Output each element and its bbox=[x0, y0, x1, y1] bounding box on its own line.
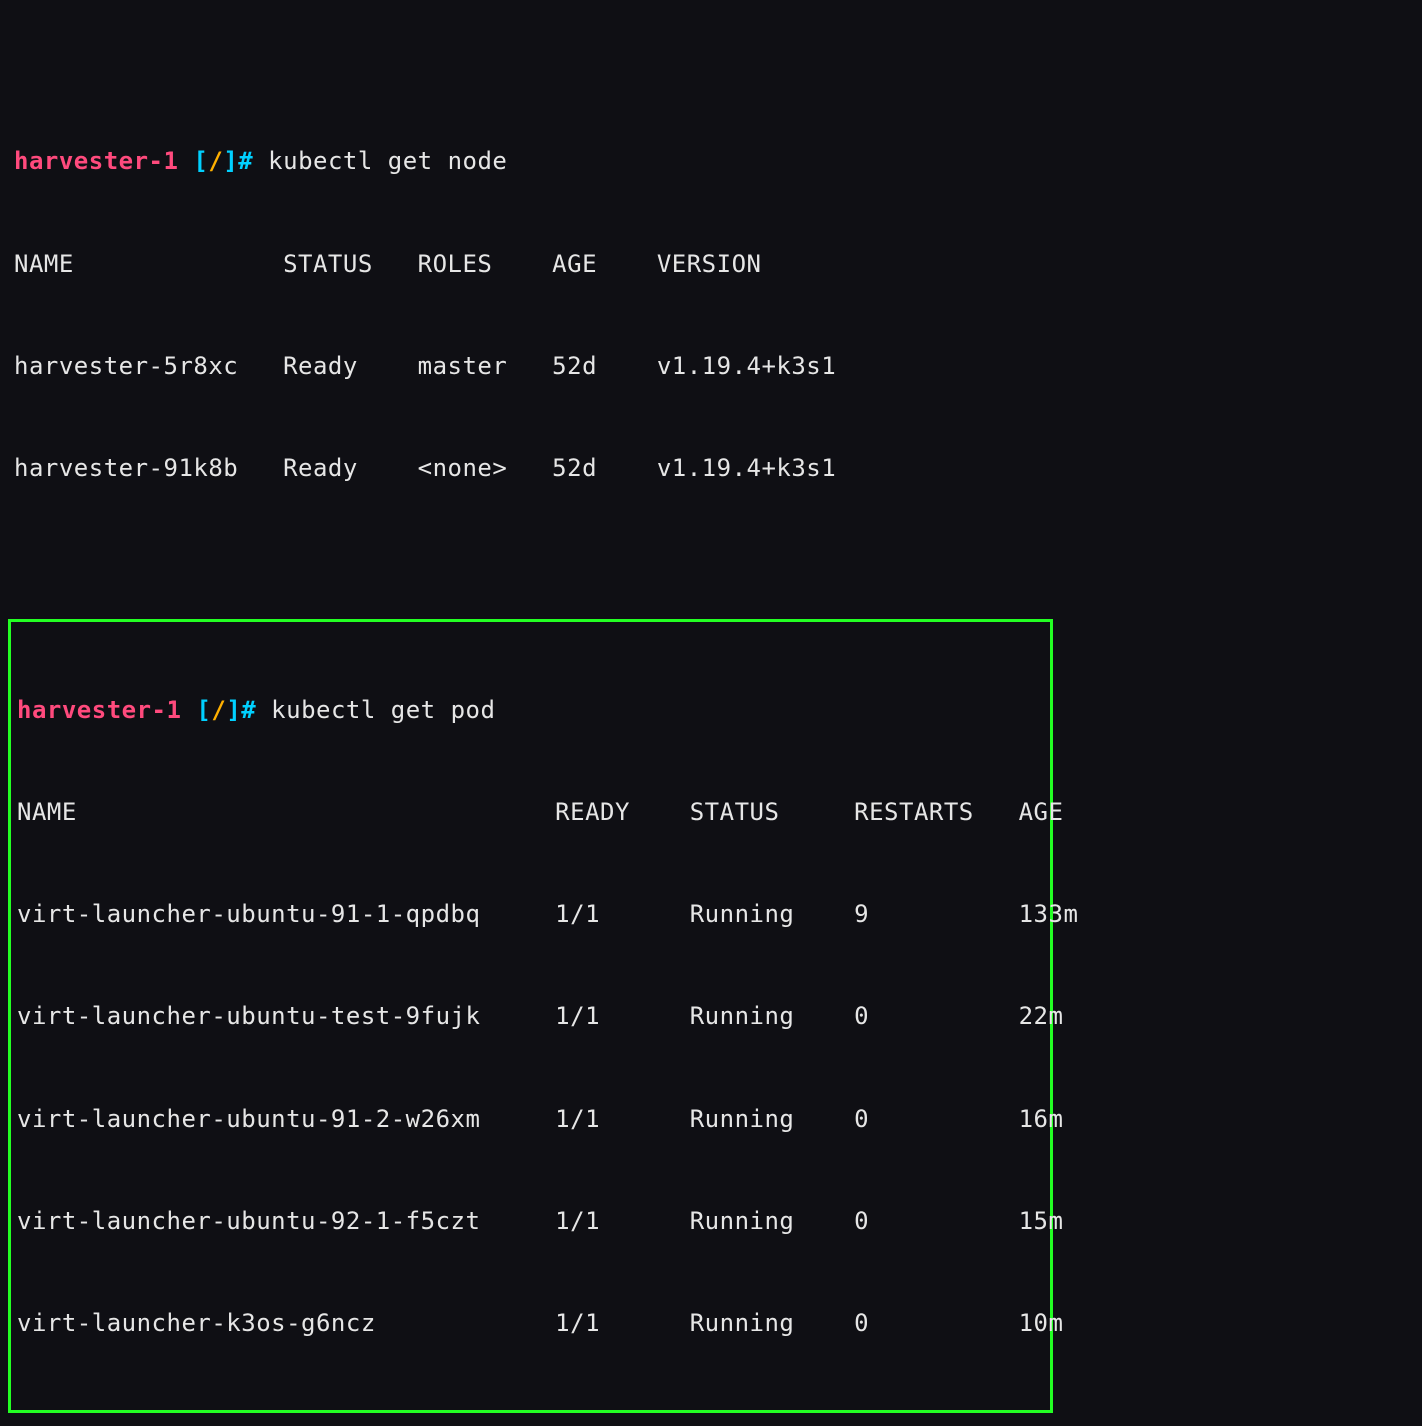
nodes-header: NAME STATUS ROLES AGE VERSION bbox=[0, 247, 1422, 281]
prompt-line: harvester-1 [/]# kubectl get node bbox=[0, 144, 1422, 178]
prompt-host: harvester-1 bbox=[17, 696, 181, 724]
prompt-rbracket: ] bbox=[223, 147, 238, 175]
table-row: virt-launcher-ubuntu-92-1-f5czt 1/1 Runn… bbox=[15, 1204, 1046, 1238]
highlight-box: harvester-1 [/]# kubectl get pod NAME RE… bbox=[8, 619, 1053, 1413]
table-row: virt-launcher-ubuntu-91-2-w26xm 1/1 Runn… bbox=[15, 1102, 1046, 1136]
command-text: kubectl get node bbox=[268, 147, 507, 175]
prompt-host: harvester-1 bbox=[14, 147, 178, 175]
table-row: virt-launcher-ubuntu-test-9fujk 1/1 Runn… bbox=[15, 999, 1046, 1033]
prompt-rbracket: ] bbox=[226, 696, 241, 724]
terminal[interactable]: harvester-1 [/]# kubectl get node NAME S… bbox=[0, 0, 1422, 1426]
table-row: virt-launcher-k3os-g6ncz 1/1 Running 0 1… bbox=[15, 1306, 1046, 1340]
prompt-hash: # bbox=[238, 147, 253, 175]
prompt-path: / bbox=[211, 696, 226, 724]
table-row: harvester-5r8xc Ready master 52d v1.19.4… bbox=[0, 349, 1422, 383]
prompt-hash: # bbox=[241, 696, 256, 724]
prompt-lbracket: [ bbox=[193, 147, 208, 175]
pods-header: NAME READY STATUS RESTARTS AGE bbox=[15, 795, 1046, 829]
command-text: kubectl get pod bbox=[271, 696, 495, 724]
prompt-line: harvester-1 [/]# kubectl get pod bbox=[15, 693, 1046, 727]
prompt-path: / bbox=[208, 147, 223, 175]
table-row: virt-launcher-ubuntu-91-1-qpdbq 1/1 Runn… bbox=[15, 897, 1046, 931]
prompt-lbracket: [ bbox=[196, 696, 211, 724]
table-row: harvester-91k8b Ready <none> 52d v1.19.4… bbox=[0, 451, 1422, 485]
